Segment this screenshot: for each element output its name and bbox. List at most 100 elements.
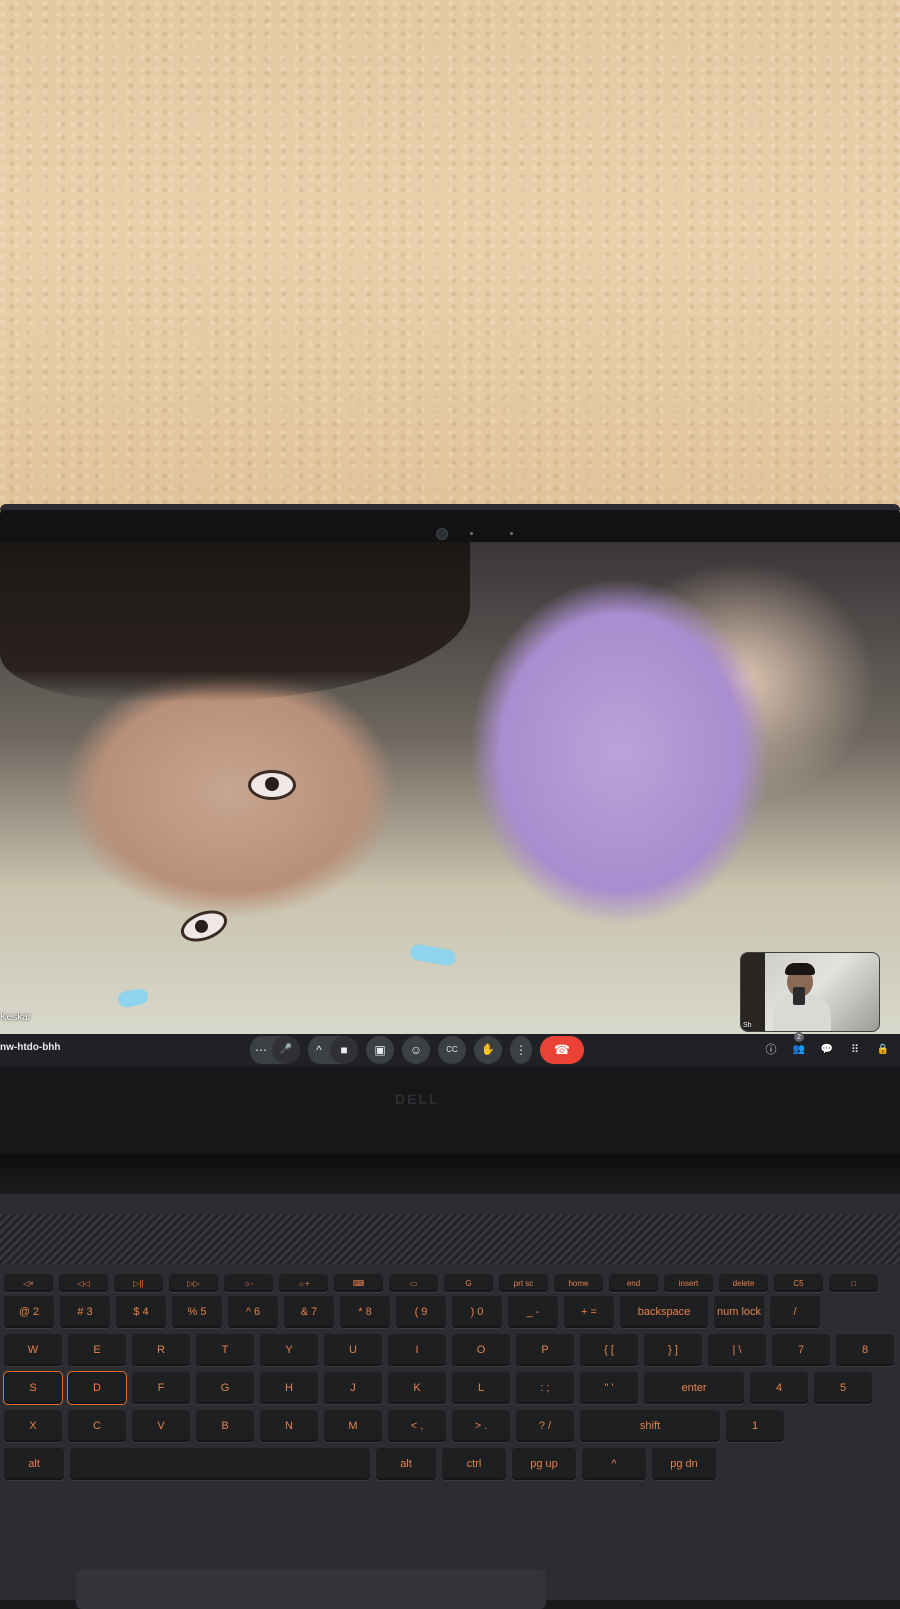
- keyboard-key[interactable]: □: [829, 1274, 878, 1292]
- keyboard-key[interactable]: X: [4, 1410, 62, 1442]
- keyboard-key[interactable]: H: [260, 1372, 318, 1404]
- keyboard-key[interactable]: < ,: [388, 1410, 446, 1442]
- keyboard-key[interactable]: 5: [814, 1372, 872, 1404]
- keyboard-key[interactable]: prt sc: [499, 1274, 548, 1292]
- self-view-person: [773, 963, 831, 1031]
- camera-icon[interactable]: ■: [330, 1036, 358, 1064]
- a-row: SDFGHJKL: ; " ' enter 4 5: [3, 1371, 872, 1405]
- keyboard-key[interactable]: F: [132, 1372, 190, 1404]
- end-call-button[interactable]: ☎: [540, 1036, 584, 1064]
- keyboard-key[interactable]: alt: [4, 1448, 64, 1480]
- activities-icon[interactable]: ⠿: [846, 1040, 864, 1058]
- video-eye: [176, 904, 232, 948]
- touchpad[interactable]: [76, 1569, 546, 1609]
- keyboard-key[interactable]: U: [324, 1334, 382, 1366]
- keyboard-key[interactable]: " ': [580, 1372, 638, 1404]
- keyboard-key[interactable]: ) 0: [452, 1296, 502, 1328]
- keyboard-key[interactable]: Y: [260, 1334, 318, 1366]
- keyboard-key[interactable]: D: [67, 1371, 127, 1405]
- keyboard-key[interactable]: num lock: [714, 1296, 764, 1328]
- meet-control-bar: nw-htdo-bhh ⋯ 🎤 ^ ■ ▣ ☺ CC ✋ ⋮ ☎ ⓘ 👥 2 💬…: [0, 1032, 900, 1067]
- keyboard-key[interactable]: S: [3, 1371, 63, 1405]
- keyboard-key[interactable]: W: [4, 1334, 62, 1366]
- keyboard-key[interactable]: K: [388, 1372, 446, 1404]
- keyboard-key[interactable]: C: [68, 1410, 126, 1442]
- keyboard-key[interactable]: ^ 6: [228, 1296, 278, 1328]
- keyboard-key[interactable]: G: [196, 1372, 254, 1404]
- chevron-up-icon[interactable]: ^: [308, 1036, 330, 1064]
- keyboard-key[interactable]: L: [452, 1372, 510, 1404]
- keyboard-key[interactable]: O: [452, 1334, 510, 1366]
- keyboard-key[interactable]: * 8: [340, 1296, 390, 1328]
- keyboard-key[interactable]: pg dn: [652, 1448, 716, 1480]
- chat-icon[interactable]: 💬: [818, 1040, 836, 1058]
- keyboard-key[interactable]: end: [609, 1274, 658, 1292]
- call-controls: ⋯ 🎤 ^ ■ ▣ ☺ CC ✋ ⋮ ☎: [250, 1036, 584, 1064]
- keyboard-key[interactable]: & 7: [284, 1296, 334, 1328]
- emoji-reaction-icon[interactable]: ☺: [402, 1036, 430, 1064]
- keyboard-key[interactable]: # 3: [60, 1296, 110, 1328]
- keyboard-key[interactable]: | \: [708, 1334, 766, 1366]
- keyboard-key[interactable]: backspace: [620, 1296, 708, 1328]
- keyboard-key[interactable]: ctrl: [442, 1448, 506, 1480]
- keyboard-key[interactable]: + =: [564, 1296, 614, 1328]
- keyboard-key[interactable]: ? /: [516, 1410, 574, 1442]
- keyboard-key[interactable]: _ -: [508, 1296, 558, 1328]
- q-row: W E R T Y U I O P{ [} ] | \ 7 8: [4, 1334, 894, 1366]
- info-icon[interactable]: ⓘ: [762, 1040, 780, 1058]
- keyboard-key[interactable]: : ;: [516, 1372, 574, 1404]
- keyboard-key[interactable]: ( 9: [396, 1296, 446, 1328]
- keyboard-key[interactable]: home: [554, 1274, 603, 1292]
- keyboard-key[interactable]: E: [68, 1334, 126, 1366]
- keyboard-key[interactable]: $ 4: [116, 1296, 166, 1328]
- captions-icon[interactable]: CC: [438, 1036, 466, 1064]
- microphone-icon[interactable]: 🎤: [272, 1036, 300, 1064]
- self-hair: [785, 963, 815, 975]
- keyboard-key[interactable]: { [: [580, 1334, 638, 1366]
- keyboard-key[interactable]: J: [324, 1372, 382, 1404]
- wall-background: [0, 0, 900, 520]
- more-options-left-icon[interactable]: ⋯: [250, 1036, 272, 1064]
- keyboard-key[interactable]: 8: [836, 1334, 894, 1366]
- keyboard-key[interactable]: delete: [719, 1274, 768, 1292]
- keyboard-key[interactable]: 1: [726, 1410, 784, 1442]
- keyboard-key[interactable]: ▭: [389, 1274, 438, 1292]
- keyboard-key[interactable]: ◁×: [4, 1274, 53, 1292]
- keyboard-key[interactable]: I: [388, 1334, 446, 1366]
- raise-hand-icon[interactable]: ✋: [474, 1036, 502, 1064]
- keyboard-key[interactable]: V: [132, 1410, 190, 1442]
- people-icon[interactable]: 👥 2: [790, 1032, 808, 1058]
- keyboard-key[interactable]: ☼-: [224, 1274, 273, 1292]
- keyboard-key[interactable]: N: [260, 1410, 318, 1442]
- keyboard-key[interactable]: insert: [664, 1274, 713, 1292]
- keyboard-key[interactable]: ▷||: [114, 1274, 163, 1292]
- keyboard-key[interactable]: [70, 1448, 370, 1480]
- host-controls-icon[interactable]: 🔒: [874, 1040, 892, 1058]
- keyboard-key[interactable]: ☼+: [279, 1274, 328, 1292]
- keyboard-key[interactable]: ▷▷: [169, 1274, 218, 1292]
- keyboard-key[interactable]: alt: [376, 1448, 436, 1480]
- self-view-tile[interactable]: Sh: [740, 952, 880, 1032]
- keyboard-key[interactable]: pg up: [512, 1448, 576, 1480]
- keyboard-key[interactable]: P: [516, 1334, 574, 1366]
- more-options-icon[interactable]: ⋮: [510, 1036, 532, 1064]
- keyboard-key[interactable]: R: [132, 1334, 190, 1366]
- keyboard-key[interactable]: B: [196, 1410, 254, 1442]
- keyboard-key[interactable]: 7: [772, 1334, 830, 1366]
- keyboard-key[interactable]: M: [324, 1410, 382, 1442]
- keyboard-key[interactable]: /: [770, 1296, 820, 1328]
- keyboard-key[interactable]: ◁◁: [59, 1274, 108, 1292]
- keyboard-key[interactable]: % 5: [172, 1296, 222, 1328]
- present-screen-icon[interactable]: ▣: [366, 1036, 394, 1064]
- keyboard-key[interactable]: 4: [750, 1372, 808, 1404]
- keyboard-key[interactable]: ^: [582, 1448, 646, 1480]
- keyboard-key[interactable]: ⌨: [334, 1274, 383, 1292]
- keyboard-key[interactable]: G: [444, 1274, 493, 1292]
- keyboard-key[interactable]: shift: [580, 1410, 720, 1442]
- keyboard-key[interactable]: enter: [644, 1372, 744, 1404]
- keyboard-key[interactable]: C5: [774, 1274, 823, 1292]
- keyboard-key[interactable]: } ]: [644, 1334, 702, 1366]
- keyboard-key[interactable]: @ 2: [4, 1296, 54, 1328]
- keyboard-key[interactable]: T: [196, 1334, 254, 1366]
- keyboard-key[interactable]: > .: [452, 1410, 510, 1442]
